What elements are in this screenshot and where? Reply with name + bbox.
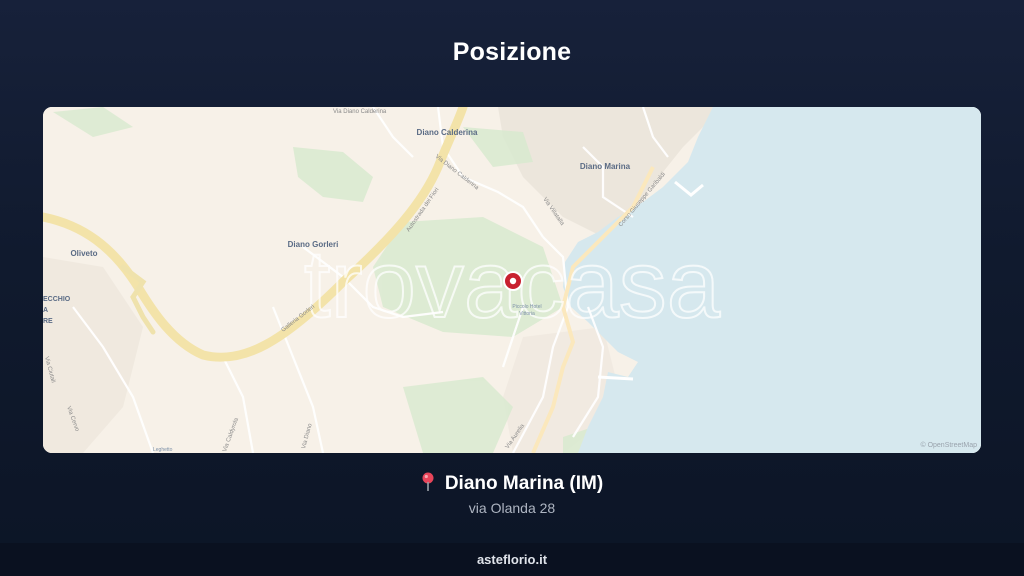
location-title: Diano Marina (IM) <box>0 472 1024 498</box>
label-diano-gorleri: Diano Gorleri <box>288 240 339 249</box>
page-title: Posizione <box>452 38 572 66</box>
label-vecchio-3: RE <box>43 318 53 325</box>
pushpin-icon <box>421 472 435 498</box>
label-via-diano-calderina-top: Via Diano Calderina <box>333 109 387 115</box>
label-oliveto: Oliveto <box>70 249 97 258</box>
footer: asteflorio.it <box>0 543 1024 576</box>
map-attribution: © OpenStreetMap <box>920 441 977 449</box>
location-city: Diano Marina (IM) <box>444 473 604 494</box>
map-canvas[interactable]: trovacasa Diano Calderina Via Diano Cald… <box>43 107 981 453</box>
location-address: via Olanda 28 <box>468 500 556 516</box>
label-vecchio-1: ECCHIO <box>43 296 71 303</box>
label-place-1: Piccolo Hotel <box>512 304 541 310</box>
map-marker-icon[interactable] <box>503 271 523 291</box>
label-place-2: Vittoria <box>519 311 535 317</box>
label-leghetto: Leghetto <box>153 447 173 453</box>
label-diano-marina: Diano Marina <box>580 162 631 171</box>
footer-site-link[interactable]: asteflorio.it <box>477 552 547 567</box>
label-vecchio-2: A <box>43 307 48 314</box>
label-diano-calderina: Diano Calderina <box>417 128 478 137</box>
map-view[interactable]: trovacasa Diano Calderina Via Diano Cald… <box>43 107 981 453</box>
